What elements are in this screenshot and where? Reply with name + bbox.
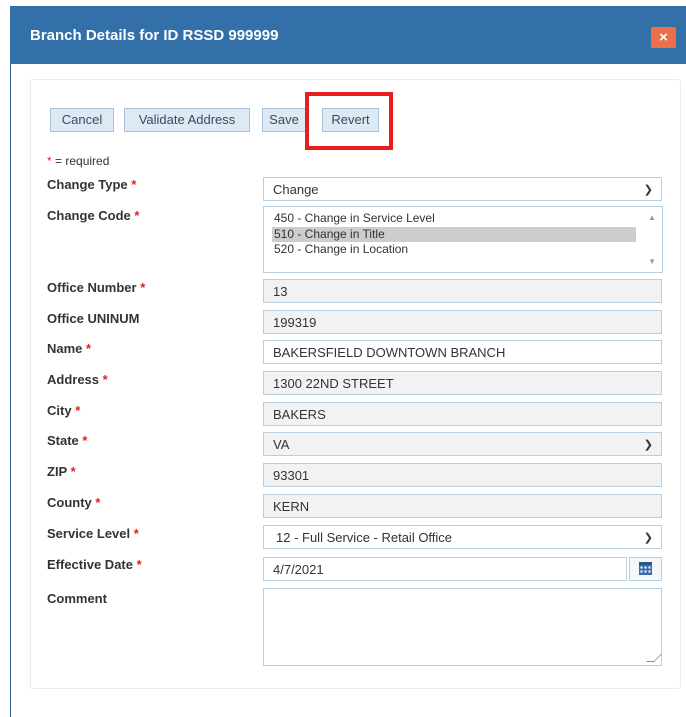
scroll-up-icon[interactable]: ▲ <box>648 213 656 222</box>
county-field[interactable]: KERN <box>263 494 662 518</box>
comment-label: Comment <box>47 591 107 606</box>
save-button[interactable]: Save <box>262 108 306 132</box>
change-code-option[interactable]: 520 - Change in Location <box>272 242 636 257</box>
service-level-value: 12 - Full Service - Retail Office <box>276 530 453 545</box>
required-star: * <box>47 154 52 168</box>
state-select[interactable]: VA ❯ <box>263 432 662 456</box>
office-number-field[interactable]: 13 <box>263 279 662 303</box>
service-level-select[interactable]: 12 - Full Service - Retail Office ❯ <box>263 525 662 549</box>
chevron-down-icon: ❯ <box>643 184 653 196</box>
calendar-icon <box>639 562 652 575</box>
change-code-label: Change Code * <box>47 208 140 223</box>
effective-date-field[interactable]: 4/7/2021 <box>263 557 627 581</box>
dialog-titlebar: Branch Details for ID RSSD 999999 × <box>10 6 686 64</box>
change-type-label: Change Type * <box>47 177 137 192</box>
required-note-text: = required <box>55 154 110 168</box>
name-field[interactable]: BAKERSFIELD DOWNTOWN BRANCH <box>263 340 662 364</box>
comment-textarea[interactable] <box>263 588 662 666</box>
dialog-title: Branch Details for ID RSSD 999999 <box>30 27 279 44</box>
office-uninum-field[interactable]: 199319 <box>263 310 662 334</box>
calendar-button[interactable] <box>629 557 662 581</box>
chevron-down-icon: ❯ <box>643 532 653 544</box>
change-code-listbox[interactable]: 450 - Change in Service Level 510 - Chan… <box>263 206 663 273</box>
zip-label: ZIP * <box>47 464 76 479</box>
state-value: VA <box>273 437 290 452</box>
scroll-down-icon[interactable]: ▼ <box>648 257 656 266</box>
change-code-option-selected[interactable]: 510 - Change in Title <box>272 227 636 242</box>
name-label: Name * <box>47 341 92 356</box>
office-uninum-label: Office UNINUM <box>47 311 140 326</box>
zip-field[interactable]: 93301 <box>263 463 662 487</box>
address-label: Address * <box>47 372 108 387</box>
close-button[interactable]: × <box>651 27 676 48</box>
change-type-select[interactable]: Change ❯ <box>263 177 662 201</box>
effective-date-label: Effective Date * <box>47 557 142 572</box>
cancel-button[interactable]: Cancel <box>50 108 114 132</box>
change-type-value: Change <box>273 182 319 197</box>
dialog-left-border <box>10 64 11 717</box>
office-number-label: Office Number * <box>47 280 146 295</box>
close-icon: × <box>659 29 668 46</box>
address-field[interactable]: 1300 22ND STREET <box>263 371 662 395</box>
city-field[interactable]: BAKERS <box>263 402 662 426</box>
revert-highlight-box <box>305 92 393 150</box>
validate-address-button[interactable]: Validate Address <box>124 108 250 132</box>
resize-grip-icon[interactable] <box>646 654 662 662</box>
required-note: * = required <box>47 154 109 168</box>
city-label: City * <box>47 403 81 418</box>
service-level-label: Service Level * <box>47 526 139 541</box>
change-code-option[interactable]: 450 - Change in Service Level <box>272 211 636 226</box>
county-label: County * <box>47 495 101 510</box>
chevron-down-icon: ❯ <box>643 439 653 451</box>
state-label: State * <box>47 433 88 448</box>
